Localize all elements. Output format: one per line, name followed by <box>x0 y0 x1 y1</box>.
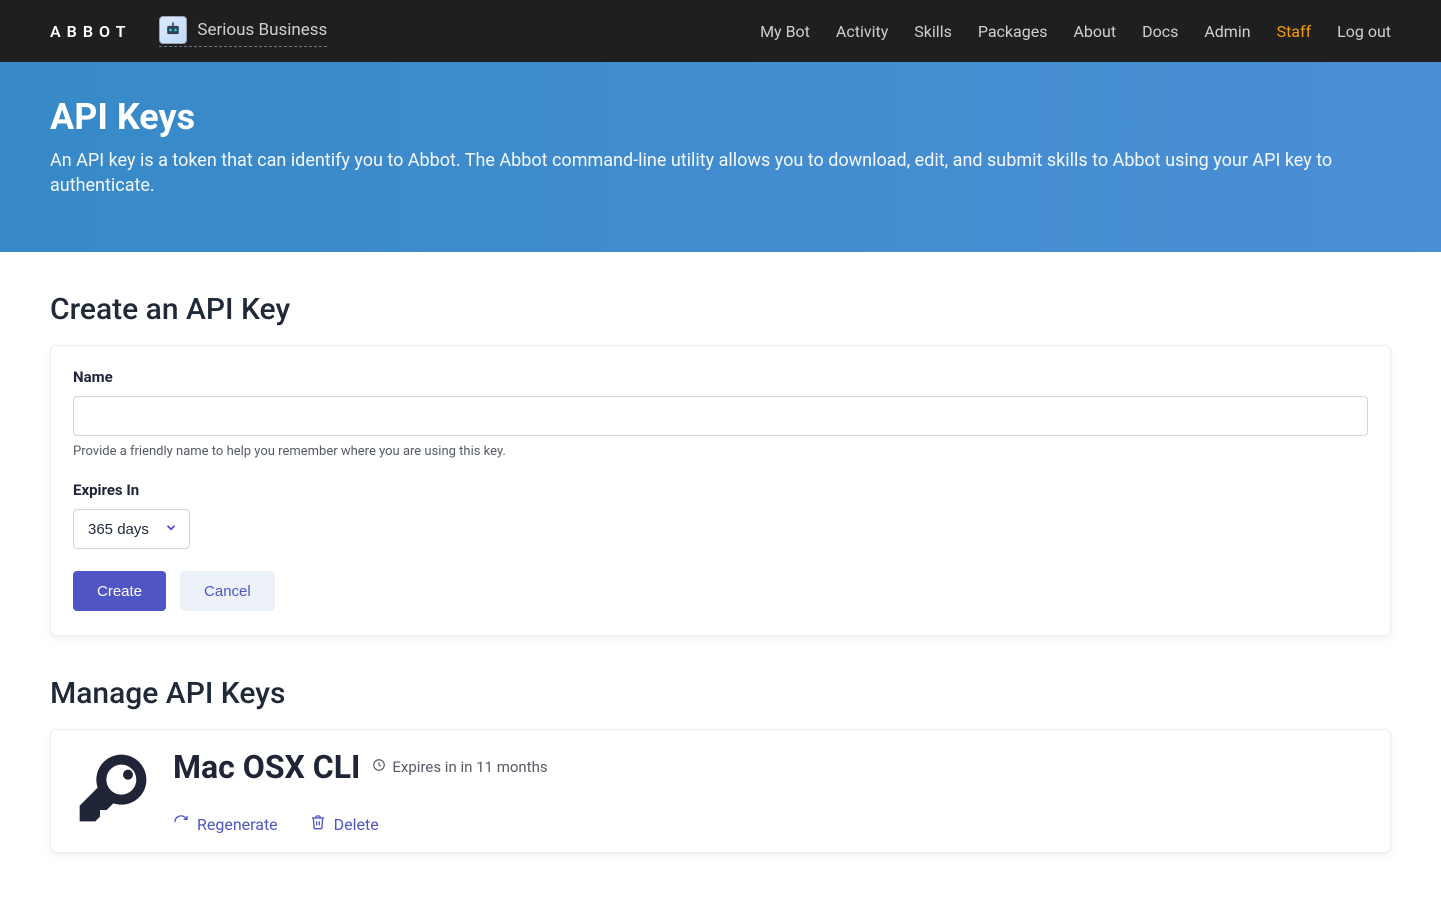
name-input[interactable] <box>73 396 1368 436</box>
key-expires-text: Expires in in 11 months <box>392 758 547 776</box>
nav-links: My Bot Activity Skills Packages About Do… <box>760 22 1391 41</box>
key-expires: Expires in in 11 months <box>372 758 547 776</box>
page-hero: API Keys An API key is a token that can … <box>0 62 1441 252</box>
nav-link-staff[interactable]: Staff <box>1277 22 1312 41</box>
bot-avatar-icon <box>159 16 187 44</box>
page-title: API Keys <box>50 96 1391 138</box>
nav-link-docs[interactable]: Docs <box>1142 22 1178 41</box>
key-card: Mac OSX CLI Expires in in 11 months Rege… <box>50 729 1391 853</box>
name-help-text: Provide a friendly name to help you reme… <box>73 444 1368 459</box>
org-name: Serious Business <box>197 20 327 40</box>
create-key-card: Name Provide a friendly name to help you… <box>50 345 1391 636</box>
manage-section-title: Manage API Keys <box>50 676 1391 711</box>
name-label: Name <box>73 368 1368 386</box>
brand-logo[interactable]: ABBOT <box>50 22 131 41</box>
nav-link-activity[interactable]: Activity <box>836 22 888 41</box>
expires-select[interactable]: 365 days <box>73 509 190 549</box>
expires-label: Expires In <box>73 481 1368 499</box>
nav-link-mybot[interactable]: My Bot <box>760 22 810 41</box>
create-button[interactable]: Create <box>73 571 166 611</box>
clock-icon <box>372 758 386 776</box>
key-icon <box>73 748 153 832</box>
page-subtitle: An API key is a token that can identify … <box>50 148 1350 198</box>
create-section-title: Create an API Key <box>50 292 1391 327</box>
trash-icon <box>310 814 326 834</box>
key-name: Mac OSX CLI <box>173 748 360 786</box>
regenerate-button[interactable]: Regenerate <box>173 814 278 834</box>
nav-link-logout[interactable]: Log out <box>1337 22 1391 41</box>
top-nav: ABBOT Serious Business My Bot Activity S… <box>0 0 1441 62</box>
nav-link-packages[interactable]: Packages <box>978 22 1048 41</box>
nav-link-admin[interactable]: Admin <box>1204 22 1250 41</box>
nav-link-about[interactable]: About <box>1073 22 1116 41</box>
delete-button[interactable]: Delete <box>310 814 379 834</box>
org-switcher[interactable]: Serious Business <box>159 16 327 47</box>
nav-link-skills[interactable]: Skills <box>914 22 952 41</box>
refresh-icon <box>173 814 189 834</box>
cancel-button[interactable]: Cancel <box>180 571 275 611</box>
